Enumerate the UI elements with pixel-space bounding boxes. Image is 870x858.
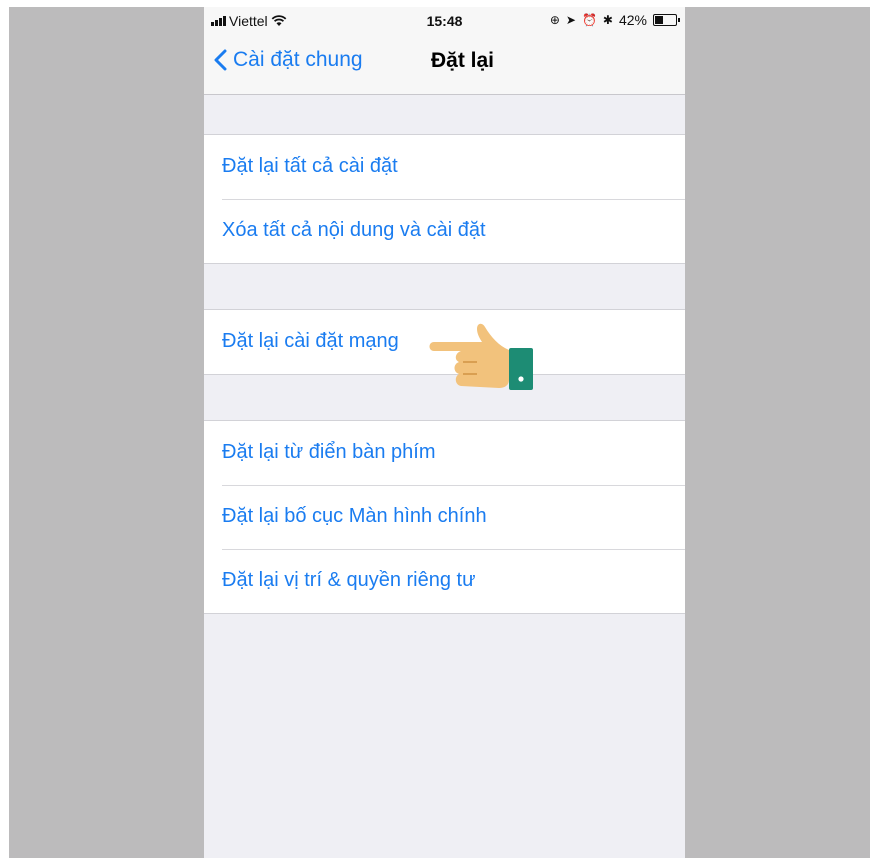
battery-icon (653, 14, 680, 26)
reset-home-screen-layout-row[interactable]: Đặt lại bố cục Màn hình chính (204, 485, 685, 549)
reset-group-3: Đặt lại từ điển bàn phím Đặt lại bố cục … (204, 420, 685, 614)
reset-location-privacy-row[interactable]: Đặt lại vị trí & quyền riêng tư (204, 549, 685, 613)
status-right: ⊕ ➤ ⏰ ✱ 42% (549, 12, 680, 28)
bluetooth-icon: ✱ (602, 13, 613, 27)
battery-fill (655, 16, 663, 24)
reset-keyboard-dictionary-label: Đặt lại từ điển bàn phím (222, 441, 436, 463)
pointing-hand-icon (429, 323, 533, 390)
navigation-bar: Cài đặt chung Đặt lại (204, 35, 685, 95)
page-title: Đặt lại (430, 49, 495, 72)
battery-percent: 42% (618, 12, 647, 28)
reset-all-settings-label: Đặt lại tất cả cài đặt (222, 155, 398, 177)
lock-rotation-icon: ⊕ (549, 13, 560, 27)
alarm-icon: ⏰ (581, 13, 597, 27)
erase-all-content-row[interactable]: Xóa tất cả nội dung và cài đặt (204, 199, 685, 263)
reset-all-settings-row[interactable]: Đặt lại tất cả cài đặt (204, 135, 685, 199)
reset-keyboard-dictionary-row[interactable]: Đặt lại từ điển bàn phím (204, 421, 685, 485)
reset-network-settings-label: Đặt lại cài đặt mạng (222, 330, 399, 352)
reset-group-1: Đặt lại tất cả cài đặt Xóa tất cả nội du… (204, 134, 685, 264)
reset-location-privacy-label: Đặt lại vị trí & quyền riêng tư (222, 569, 476, 591)
erase-all-content-label: Xóa tất cả nội dung và cài đặt (222, 219, 486, 241)
phone-screen: Viettel 15:48 ⊕ ➤ ⏰ ✱ 42% Cài đặt chung … (204, 7, 685, 858)
location-icon: ➤ (565, 13, 576, 27)
reset-home-screen-layout-label: Đặt lại bố cục Màn hình chính (222, 505, 487, 527)
status-bar: Viettel 15:48 ⊕ ➤ ⏰ ✱ 42% (204, 7, 685, 35)
